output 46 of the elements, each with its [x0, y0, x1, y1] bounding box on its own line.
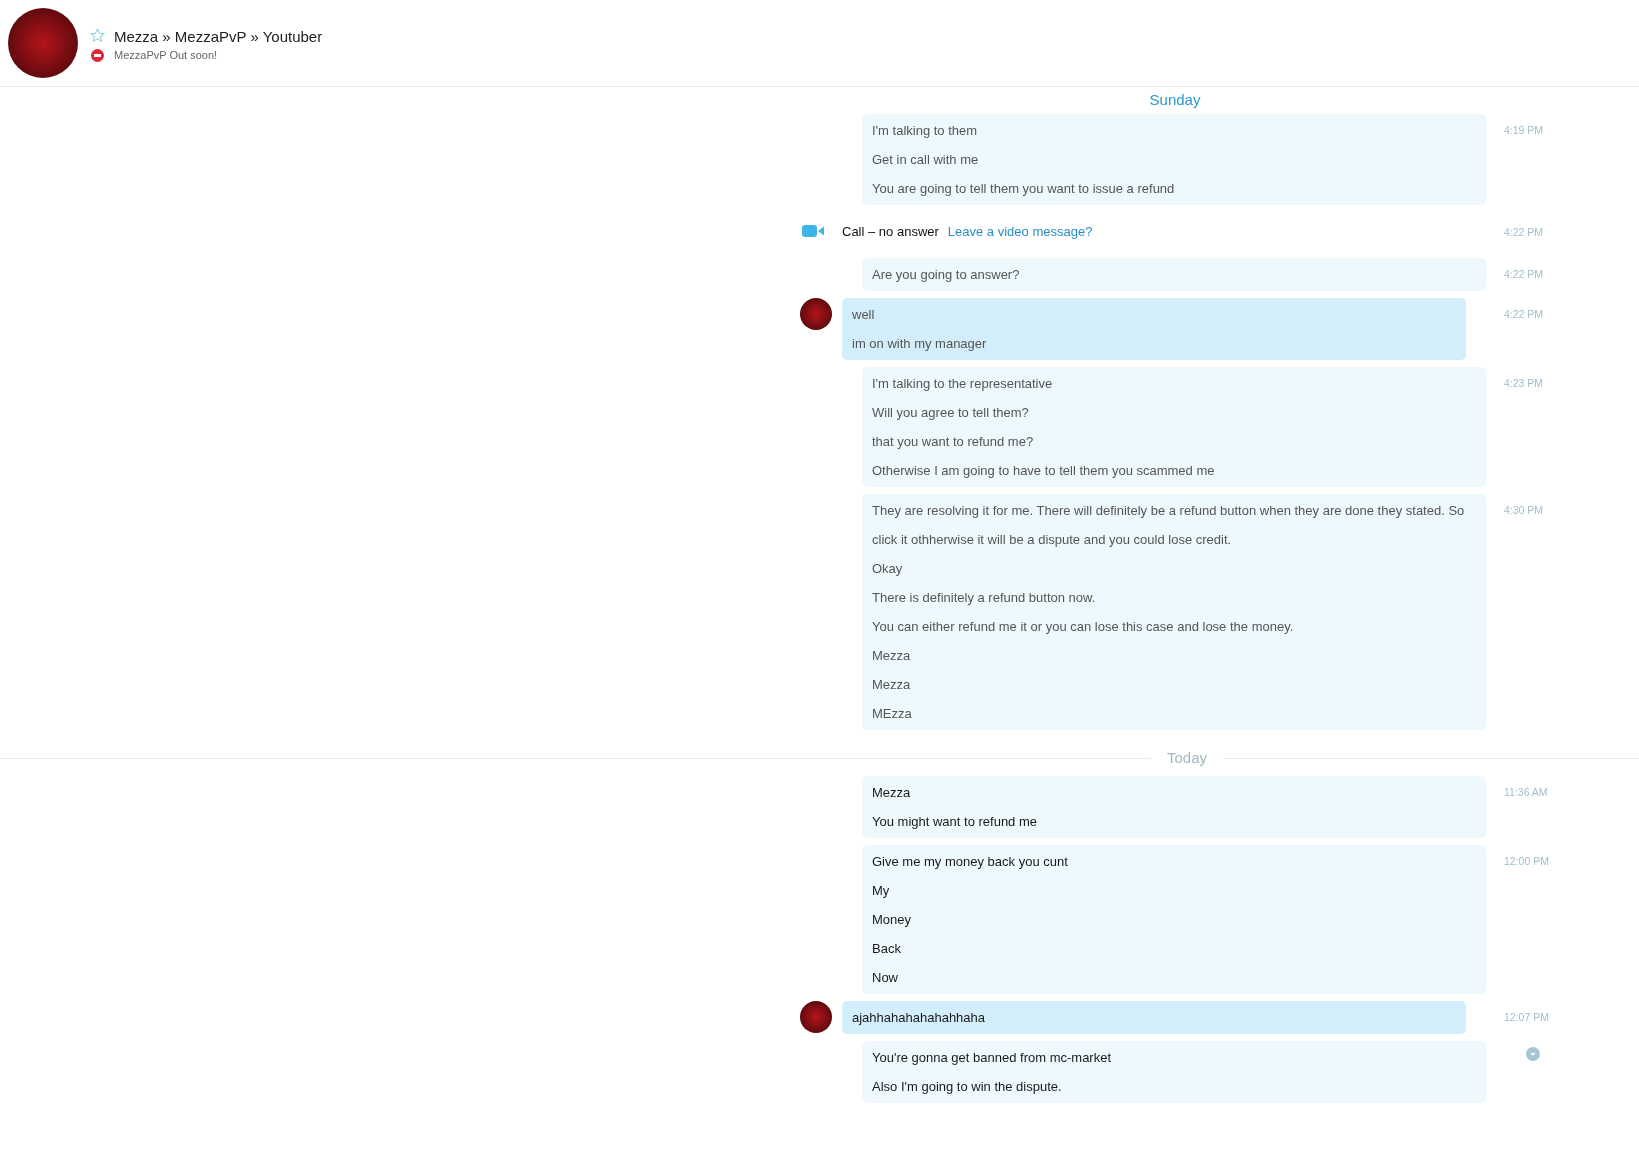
message-text: Also I'm going to win the dispute.	[872, 1078, 1063, 1096]
message-text: Mezza	[872, 647, 912, 665]
message-text: Are you going to answer?	[872, 266, 1021, 284]
message-text: There is definitely a refund button now.	[872, 589, 1097, 607]
timestamp: 11:36 AM	[1504, 786, 1548, 798]
message-text: Okay	[872, 560, 904, 578]
message-text: Money	[872, 911, 913, 929]
message-text: I'm talking to them	[872, 122, 979, 140]
timestamp: 12:07 PM	[1504, 1011, 1549, 1023]
message-text: Now	[872, 969, 899, 987]
message-text: Otherwise I am going to have to tell them you scammed me	[872, 462, 1216, 480]
message-text: ajahhahahahahahhaha	[852, 1009, 987, 1027]
message-text: MEzza	[872, 705, 913, 723]
sender-avatar[interactable]	[800, 1001, 832, 1033]
timestamp: 4:23 PM	[1504, 377, 1544, 389]
message-text: Mezza	[872, 676, 912, 694]
message-text: I'm talking to the representative	[872, 375, 1054, 393]
day-label: Today	[1151, 749, 1223, 766]
message-text: You're gonna get banned from mc-market	[872, 1049, 1113, 1067]
message-text: Mezza	[872, 784, 912, 802]
day-label: Sunday	[1149, 91, 1201, 108]
message-text: Will you agree to tell them?	[872, 404, 1030, 422]
message-text: You can either refund me it or you can lose this case and lose the money.	[872, 618, 1295, 636]
timestamp: 12:00 PM	[1504, 855, 1549, 867]
timestamp: 4:19 PM	[1504, 124, 1544, 136]
sender-avatar[interactable]	[800, 298, 832, 330]
message-text: Back	[872, 940, 902, 958]
message-text: that you want to refund me?	[872, 433, 1035, 451]
video-message-link[interactable]: Leave a video message?	[947, 223, 1093, 239]
timestamp: 4:30 PM	[1504, 504, 1544, 516]
contact-title: Mezza » MezzaPvP » Youtuber	[114, 27, 323, 45]
message-text: well	[852, 306, 876, 324]
message-text: Give me my money back you cunt	[872, 853, 1069, 871]
call-status: Call – no answer	[842, 223, 939, 239]
star-icon[interactable]	[90, 28, 105, 43]
timestamp: 4:22 PM	[1504, 268, 1544, 280]
timestamp: 4:22 PM	[1504, 308, 1544, 320]
message-text: Get in call with me	[872, 151, 980, 169]
mood-message: MezzaPvP Out soon!	[114, 48, 219, 61]
message-text: im on with my manager	[852, 335, 988, 353]
video-camera-icon	[802, 225, 824, 237]
message-text: They are resolving it for me. There will definitely be a refund button when they are done they stated. So click it othherwise it will be a dispute and you could lose credit.	[872, 502, 1466, 549]
message-text: You are going to tell them you want to issue a refund	[872, 180, 1176, 198]
message-text: You might want to refund me	[872, 813, 1038, 831]
message-text: My	[872, 882, 891, 900]
timestamp: 4:22 PM	[1504, 226, 1544, 238]
